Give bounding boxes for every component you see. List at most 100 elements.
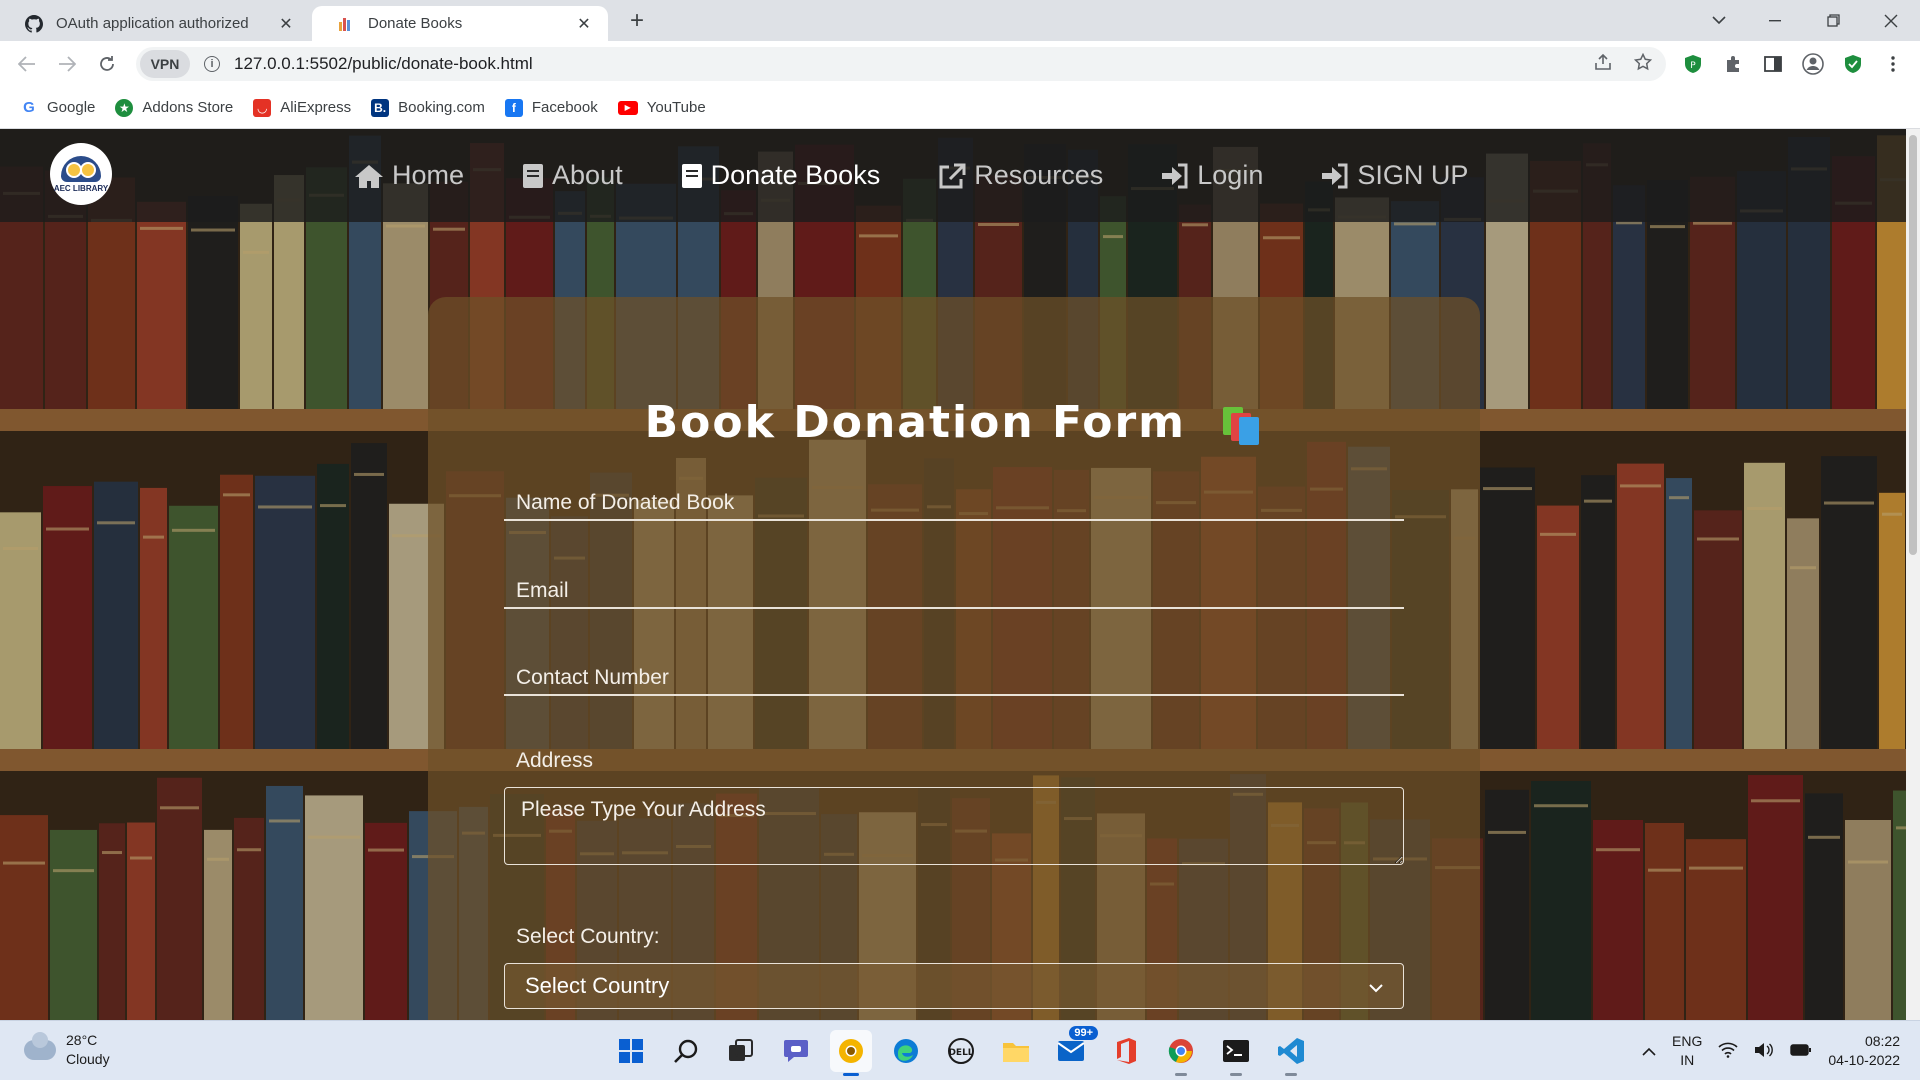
minimize-icon[interactable] (1746, 0, 1804, 41)
window-close-icon[interactable] (1862, 0, 1920, 41)
chrome-icon[interactable] (1160, 1030, 1202, 1076)
reload-icon[interactable] (92, 49, 122, 79)
nav-sign-up[interactable]: SIGN UP (1321, 160, 1468, 191)
tab-oauth[interactable]: OAuth application authorized ✕ (0, 6, 310, 41)
book-name-input[interactable] (504, 487, 1404, 521)
terminal-icon[interactable] (1215, 1030, 1257, 1076)
volume-icon[interactable] (1754, 1042, 1774, 1061)
logo-text: AEC LIBRARY (53, 183, 109, 193)
side-panel-icon[interactable] (1760, 51, 1786, 77)
bookmark-star-icon[interactable] (1633, 52, 1653, 76)
more-menu-icon[interactable] (1880, 51, 1906, 77)
donation-form-card: Book Donation Form Address Select Countr… (428, 297, 1480, 1020)
bookmark-google[interactable]: G Google (20, 98, 96, 117)
nav-label: Donate Books (710, 160, 881, 190)
site-info-icon[interactable]: i (204, 56, 220, 72)
extensions-puzzle-icon[interactable] (1720, 51, 1746, 77)
search-icon[interactable] (665, 1030, 707, 1072)
system-tray: ENG IN 08:22 04-10-2022 (1642, 1029, 1900, 1073)
omnibox-actions (1594, 47, 1653, 81)
forward-arrow-icon[interactable] (52, 49, 82, 79)
file-explorer-icon[interactable] (995, 1030, 1037, 1072)
address-textarea[interactable] (504, 787, 1404, 865)
contact-number-input[interactable] (504, 662, 1404, 696)
aliexpress-icon: ◡ (253, 98, 272, 117)
tab-search-chevron-icon[interactable] (1690, 0, 1748, 41)
office-icon[interactable] (1105, 1030, 1147, 1072)
nav-menu: Home About Donate Books Resources Login … (354, 129, 1526, 222)
form-title: Book Donation Form (428, 397, 1480, 448)
battery-icon[interactable] (1790, 1043, 1812, 1060)
owl-logo-icon (61, 155, 101, 182)
site-navbar: AEC LIBRARY Home About Donate Books Reso… (0, 129, 1906, 222)
chevron-up-icon[interactable] (1642, 1043, 1656, 1059)
bookmark-label: YouTube (646, 99, 706, 116)
close-icon[interactable]: ✕ (574, 14, 594, 34)
start-windows-icon[interactable] (610, 1030, 652, 1072)
tab-donate-books[interactable]: Donate Books ✕ (312, 6, 608, 41)
bookmark-label: Addons Store (142, 99, 234, 116)
svg-text:P: P (1690, 61, 1696, 71)
security-check-icon[interactable] (1840, 51, 1866, 77)
weather-temp: 28°C (66, 1032, 98, 1048)
weather-desc: Cloudy (66, 1051, 110, 1067)
chrome-canary-icon[interactable] (830, 1030, 872, 1076)
edge-icon[interactable] (885, 1030, 927, 1072)
wifi-icon[interactable] (1718, 1042, 1738, 1061)
bookmark-facebook[interactable]: f Facebook (504, 98, 598, 117)
address-label: Address (516, 749, 594, 772)
email-input[interactable] (504, 575, 1404, 609)
bookmark-aliexpress[interactable]: ◡ AliExpress (253, 98, 351, 117)
vscode-icon[interactable] (1270, 1030, 1312, 1076)
cloud-icon (24, 1032, 56, 1060)
language-indicator[interactable]: ENG IN (1672, 1032, 1702, 1070)
restore-icon[interactable] (1804, 0, 1862, 41)
bookmark-booking[interactable]: B. Booking.com (371, 98, 485, 117)
nav-donate-books[interactable]: Donate Books (681, 160, 881, 191)
share-icon[interactable] (1594, 53, 1612, 76)
profile-avatar-icon[interactable] (1800, 51, 1826, 77)
page-viewport: AEC LIBRARY Home About Donate Books Reso… (0, 129, 1906, 1020)
close-icon[interactable]: ✕ (276, 14, 296, 34)
clock-time: 08:22 (1864, 1033, 1900, 1049)
address-bar: VPN i 127.0.0.1:5502/public/donate-book.… (0, 41, 1920, 87)
sign-in-icon (1161, 163, 1189, 189)
google-icon: G (20, 98, 38, 117)
country-label: Select Country: (516, 925, 660, 948)
library-logo[interactable]: AEC LIBRARY (50, 143, 112, 205)
mail-icon[interactable]: 99+ (1050, 1026, 1098, 1072)
nav-about[interactable]: About (522, 160, 623, 191)
vpn-badge[interactable]: VPN (140, 50, 190, 78)
bookmarks-bar: G Google ★ Addons Store ◡ AliExpress B. … (0, 87, 1920, 129)
nav-login[interactable]: Login (1161, 160, 1263, 191)
contact-field (504, 662, 1404, 696)
country-select[interactable]: Select Country (504, 963, 1404, 1009)
address-field: Address (504, 749, 1404, 870)
omnibox[interactable]: VPN i 127.0.0.1:5502/public/donate-book.… (136, 47, 1666, 81)
facebook-icon: f (504, 98, 523, 117)
tab-title: OAuth application authorized (56, 15, 249, 32)
teams-chat-icon[interactable] (775, 1030, 817, 1072)
home-icon (354, 163, 384, 189)
bookmark-youtube[interactable]: ▶ YouTube (617, 99, 706, 116)
task-view-icon[interactable] (720, 1030, 762, 1072)
page-scrollbar[interactable] (1906, 129, 1920, 1020)
book-icon (681, 163, 703, 189)
nav-label: Resources (974, 160, 1104, 190)
shield-extension-icon[interactable]: P (1680, 51, 1706, 77)
windows-taskbar: 28°C Cloudy DELL 99+ ENG IN 08:22 04-10-… (0, 1020, 1920, 1080)
back-arrow-icon[interactable] (12, 49, 42, 79)
bookmark-addons-store[interactable]: ★ Addons Store (115, 98, 234, 117)
book-icon (522, 163, 544, 189)
new-tab-plus-icon[interactable]: + (622, 6, 652, 36)
dell-icon[interactable]: DELL (940, 1030, 982, 1072)
url-text[interactable]: 127.0.0.1:5502/public/donate-book.html (234, 54, 533, 74)
bookmark-label: Google (47, 99, 96, 116)
bookmark-label: Facebook (531, 99, 598, 116)
tab-title: Donate Books (368, 15, 463, 32)
clock[interactable]: 08:22 04-10-2022 (1828, 1032, 1900, 1070)
nav-home[interactable]: Home (354, 160, 464, 191)
scrollbar-thumb[interactable] (1909, 135, 1917, 555)
weather-widget[interactable]: 28°C Cloudy (24, 1031, 110, 1069)
nav-resources[interactable]: Resources (938, 160, 1103, 191)
